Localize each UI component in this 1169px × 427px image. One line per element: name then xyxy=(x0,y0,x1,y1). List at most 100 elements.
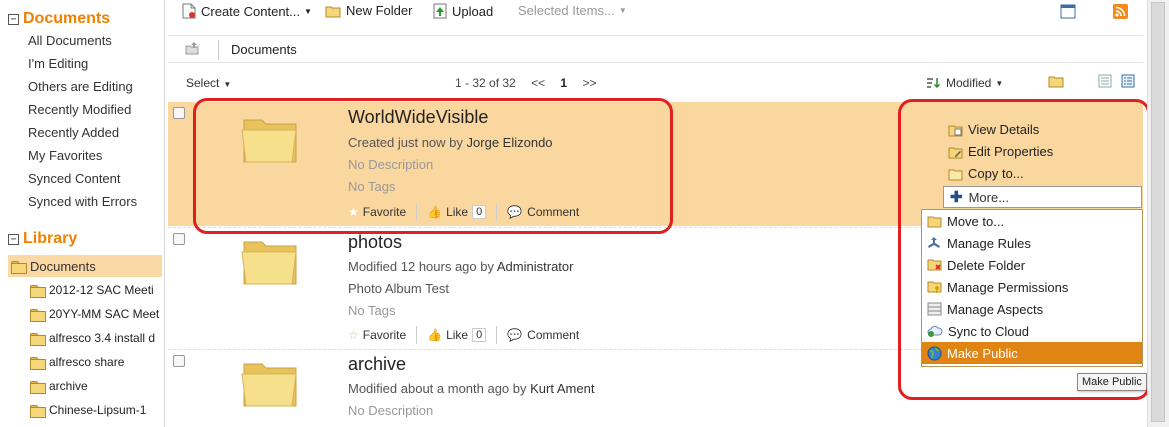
nav-others-editing[interactable]: Others are Editing xyxy=(28,79,133,94)
chevron-down-icon: ▼ xyxy=(618,6,627,15)
comment-icon: 💬 xyxy=(507,328,523,342)
item-name-link[interactable]: photos xyxy=(348,232,402,253)
folder-up-icon[interactable] xyxy=(185,41,199,55)
tree-item-label: Chinese-Lipsum-1 xyxy=(49,403,147,417)
nav-synced-content[interactable]: Synced Content xyxy=(28,171,121,186)
folder-icon xyxy=(30,332,46,346)
divider xyxy=(496,326,498,344)
new-document-icon xyxy=(182,3,196,19)
chevron-down-icon: ▼ xyxy=(223,80,232,89)
row-checkbox[interactable] xyxy=(173,107,185,119)
new-folder-label: New Folder xyxy=(346,3,413,18)
nav-recently-added[interactable]: Recently Added xyxy=(28,125,119,140)
tree-item[interactable]: 2012-12 SAC Meeti xyxy=(30,280,164,300)
vertical-scrollbar[interactable] xyxy=(1147,0,1169,427)
item-name-link[interactable]: archive xyxy=(348,354,406,375)
upload-button[interactable]: Upload xyxy=(433,3,493,19)
tree-item-label: 2012-12 SAC Meeti xyxy=(49,283,154,297)
breadcrumb-bar: Documents xyxy=(168,35,1143,63)
divider xyxy=(218,40,219,60)
create-content-button[interactable]: Create Content... ▼ xyxy=(182,3,312,19)
folder-icon xyxy=(30,308,46,322)
user-link[interactable]: Kurt Ament xyxy=(530,381,594,396)
documents-section-title[interactable]: Documents xyxy=(23,10,110,28)
pager-range: 1 - 32 of 32 xyxy=(455,76,516,90)
item-meta: Modified about a month ago by Kurt Ament xyxy=(348,381,594,396)
pagination: 1 - 32 of 32 << 1 >> xyxy=(455,76,596,90)
folder-icon[interactable] xyxy=(240,236,300,288)
like-label: Like xyxy=(446,328,469,342)
folder-view-icon[interactable] xyxy=(1048,74,1064,88)
nav-recently-modified[interactable]: Recently Modified xyxy=(28,102,131,117)
upload-icon xyxy=(433,3,447,19)
breadcrumb-current[interactable]: Documents xyxy=(231,42,297,57)
chevron-down-icon: ▼ xyxy=(304,6,312,16)
window-icon[interactable] xyxy=(1060,4,1076,19)
collapse-icon[interactable]: − xyxy=(8,233,19,245)
folder-icon xyxy=(30,284,46,298)
star-icon: ☆ xyxy=(348,328,359,342)
thumbs-up-icon: 👍 xyxy=(427,328,443,342)
sort-label: Modified xyxy=(946,76,992,90)
create-content-label: Create Content... xyxy=(201,3,300,19)
new-folder-button[interactable]: New Folder xyxy=(325,3,412,18)
pager-prev[interactable]: << xyxy=(531,76,545,90)
annotation-highlight-folder xyxy=(193,98,673,234)
library-section-title[interactable]: Library xyxy=(23,230,77,248)
documents-section-header[interactable]: − Documents xyxy=(8,10,110,28)
folder-open-icon xyxy=(11,260,27,274)
tree-item-label: Documents xyxy=(30,258,96,274)
comment-label: Comment xyxy=(527,328,580,342)
tree-item[interactable]: Chinese-Lipsum-1 xyxy=(30,400,164,420)
nav-im-editing[interactable]: I'm Editing xyxy=(28,56,88,71)
upload-label: Upload xyxy=(452,3,494,19)
tree-item[interactable]: archive xyxy=(30,376,164,396)
meta-text: Modified 12 hours ago by xyxy=(348,259,494,274)
pager-current-page[interactable]: 1 xyxy=(560,76,567,90)
like-button[interactable]: 👍 Like 0 xyxy=(427,328,487,342)
sidebar: − Documents All Documents I'm Editing Ot… xyxy=(0,0,165,427)
scrollbar-thumb[interactable] xyxy=(1151,2,1165,422)
rss-icon[interactable] xyxy=(1113,4,1128,19)
detailed-view-icon[interactable] xyxy=(1121,74,1135,88)
collapse-icon[interactable]: − xyxy=(8,13,19,25)
pager-next[interactable]: >> xyxy=(582,76,596,90)
nav-synced-errors[interactable]: Synced with Errors xyxy=(28,194,137,209)
select-menu-button[interactable]: Select ▼ xyxy=(186,76,231,90)
selected-items-button[interactable]: Selected Items... ▼ xyxy=(518,3,627,18)
select-label: Select xyxy=(186,76,220,90)
sort-menu-button[interactable]: Modified ▼ xyxy=(926,76,1003,90)
tree-item-label: archive xyxy=(49,379,88,393)
tree-item-documents[interactable]: Documents xyxy=(8,255,162,277)
tree-item[interactable]: 20YY-MM SAC Meet xyxy=(30,304,164,324)
library-section-header[interactable]: − Library xyxy=(8,230,77,248)
divider xyxy=(416,326,418,344)
chevron-down-icon: ▼ xyxy=(995,78,1004,88)
nav-my-favorites[interactable]: My Favorites xyxy=(28,148,102,163)
like-count: 0 xyxy=(472,328,487,342)
new-folder-icon xyxy=(325,6,341,17)
item-description: No Description xyxy=(348,403,434,418)
annotation-highlight-actions xyxy=(898,99,1150,400)
folder-icon xyxy=(30,404,46,418)
tree-item[interactable]: alfresco 3.4 install d xyxy=(30,328,164,348)
list-controls: Select ▼ 1 - 32 of 32 << 1 >> Modified ▼ xyxy=(168,68,1143,98)
folder-icon[interactable] xyxy=(240,358,300,410)
user-link[interactable]: Administrator xyxy=(497,259,574,274)
tree-item[interactable]: alfresco share xyxy=(30,352,164,372)
tree-item-label: alfresco 3.4 install d xyxy=(49,331,156,345)
item-description: Photo Album Test xyxy=(348,281,449,296)
nav-all-documents[interactable]: All Documents xyxy=(28,33,112,48)
tree-item-label: alfresco share xyxy=(49,355,125,369)
meta-text: Modified about a month ago by xyxy=(348,381,527,396)
comment-button[interactable]: 💬 Comment xyxy=(507,328,579,342)
toolbar: Create Content... ▼ New Folder Upload Se… xyxy=(168,0,1143,24)
folder-icon xyxy=(30,356,46,370)
favorite-button[interactable]: ☆ Favorite xyxy=(348,328,406,342)
item-tags: No Tags xyxy=(348,303,396,318)
row-checkbox[interactable] xyxy=(173,233,185,245)
tree-item-label: 20YY-MM SAC Meet xyxy=(49,307,160,321)
selected-items-label: Selected Items... xyxy=(518,3,615,18)
simple-view-icon[interactable] xyxy=(1098,74,1112,88)
row-checkbox[interactable] xyxy=(173,355,185,367)
